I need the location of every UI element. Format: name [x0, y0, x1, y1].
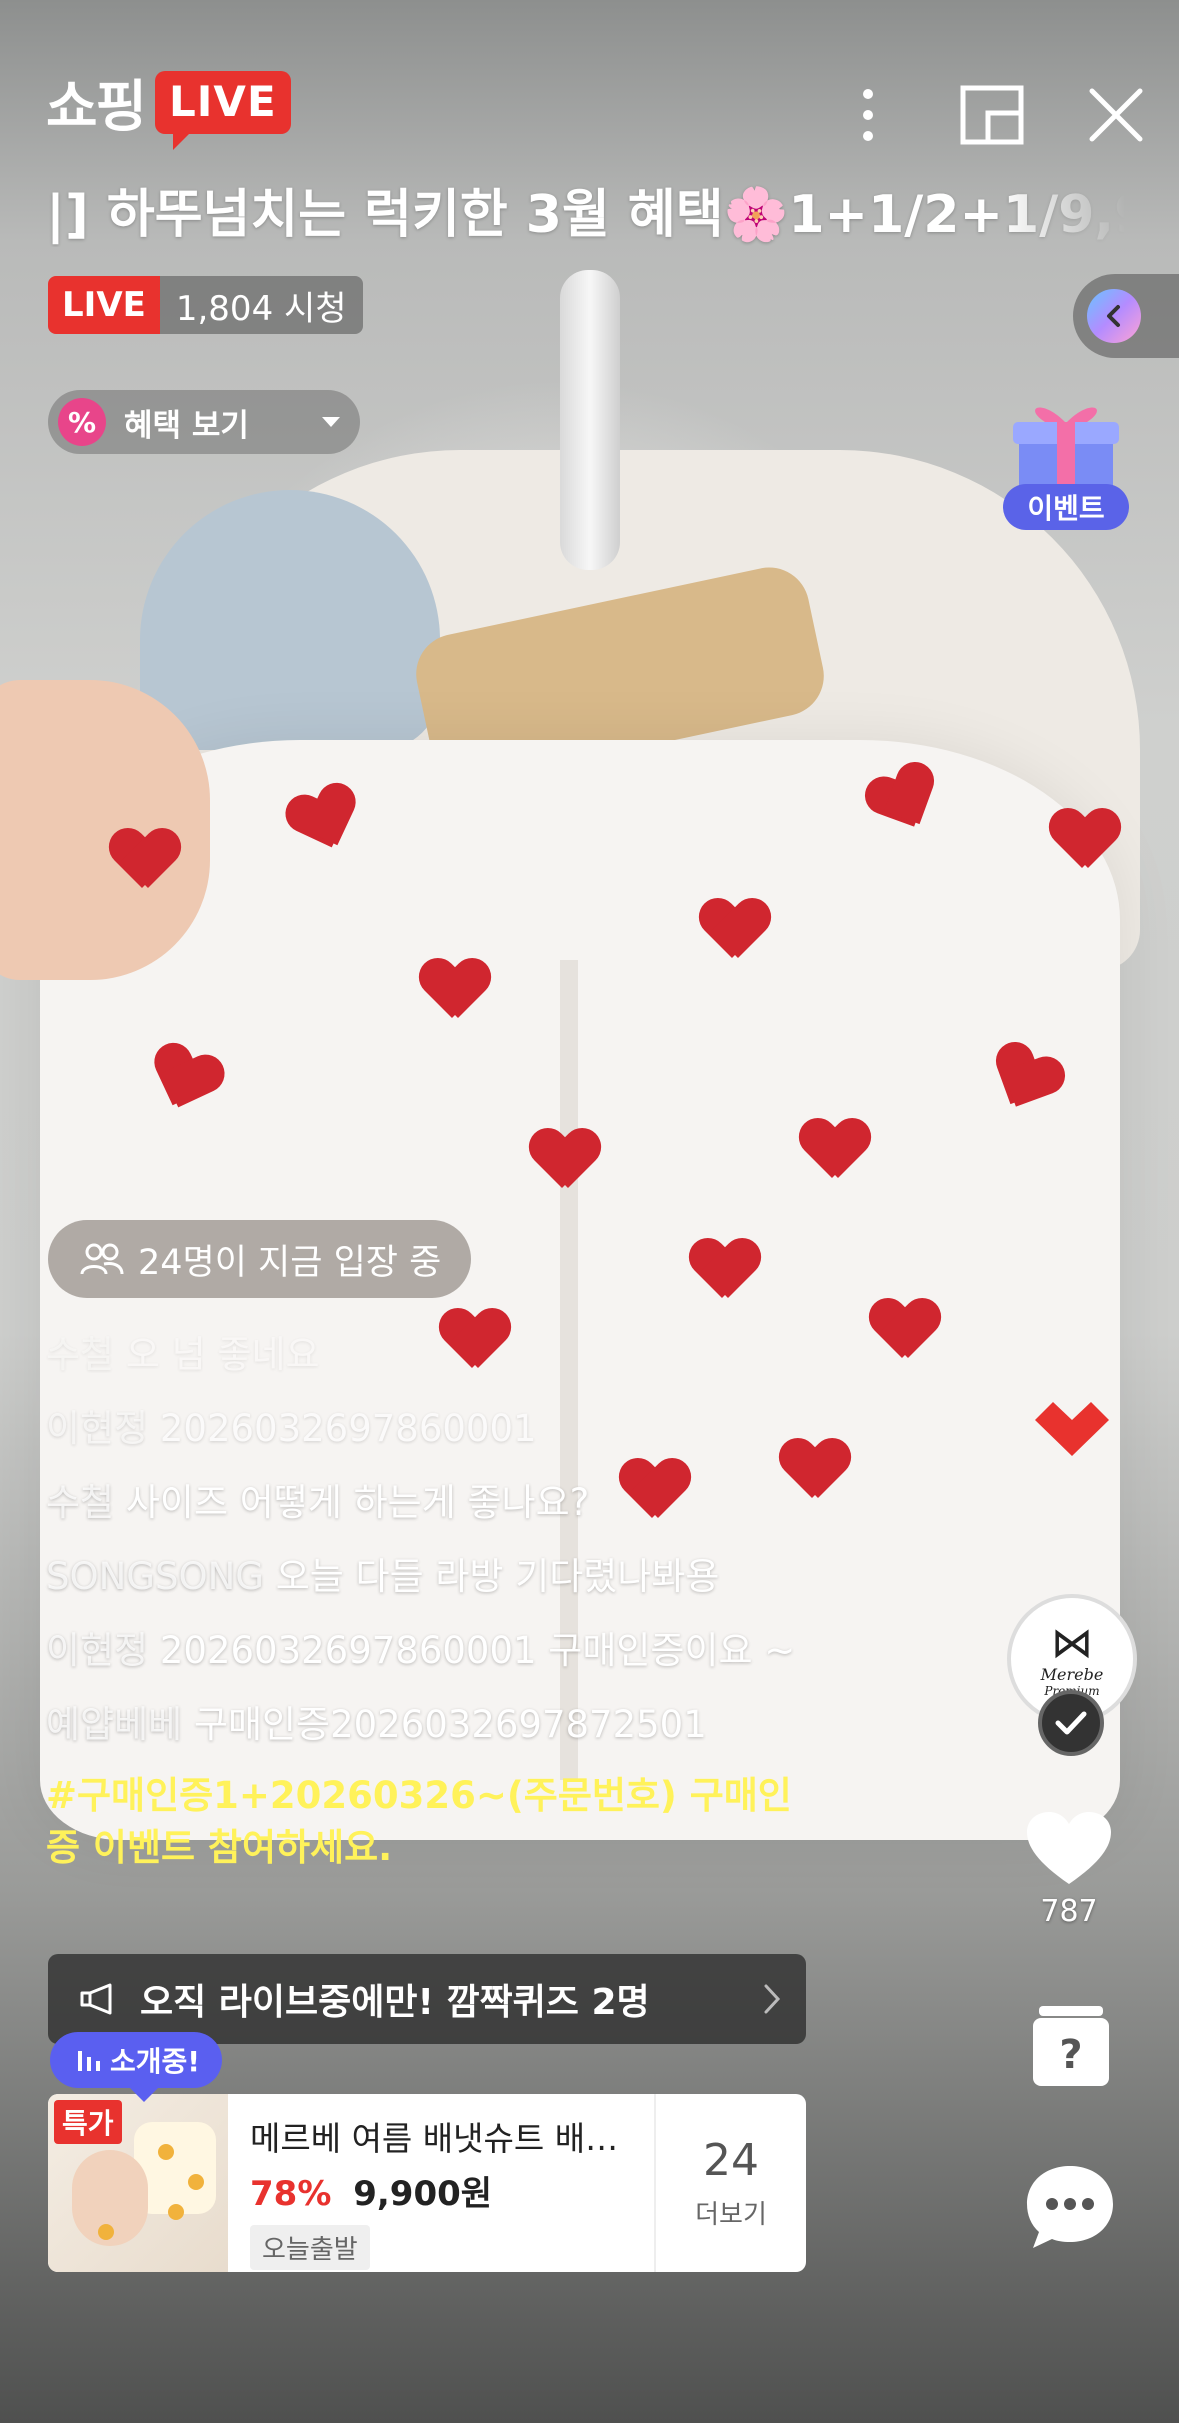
svg-text:?: ? — [1059, 2032, 1082, 2078]
caret-down-icon — [322, 417, 340, 427]
chat-button[interactable] — [1025, 2164, 1115, 2250]
event-label: 이벤트 — [1003, 484, 1129, 530]
like-button[interactable]: 787 — [1019, 1812, 1119, 1929]
chat-author: 수철 — [46, 1333, 115, 1376]
heart-print — [870, 1300, 940, 1360]
discount-rate: 78% — [250, 2174, 332, 2214]
benefit-label: 혜택 보기 — [124, 407, 249, 444]
chat-author: 이현정 — [46, 1407, 149, 1450]
bow-logo-icon: ⋈ — [1051, 1617, 1093, 1667]
chat-author: 수철 — [46, 1481, 115, 1524]
thumb-dot — [168, 2204, 184, 2220]
benefit-dropdown[interactable]: % 혜택 보기 — [48, 390, 360, 454]
pip-button[interactable] — [959, 82, 1025, 148]
thumb-dot — [98, 2224, 114, 2240]
percent-icon: % — [58, 398, 106, 446]
quiz-button[interactable]: ? — [1031, 2004, 1111, 2088]
logo-text: 쇼핑 — [46, 75, 147, 140]
megaphone-icon — [80, 1983, 112, 2015]
chat-text: 구매인증2026032697872501 — [193, 1703, 707, 1746]
heart-print — [700, 900, 770, 960]
heart-print — [690, 1240, 760, 1300]
notice-text: 오직 라이브중에만! 깜짝퀴즈 2명 — [140, 1982, 650, 2023]
chat-author: 이현정 — [46, 1629, 149, 1672]
checkmark-icon — [1055, 1711, 1087, 1735]
chat-list[interactable]: 수철 오 넘 좋네요 이현정 2026032697860001 수철 사이즈 어… — [46, 1318, 816, 1874]
follow-button[interactable] — [1038, 1690, 1104, 1756]
heart-print — [420, 960, 490, 1020]
broadcast-title: |] 하뚜넘치는 럭키한 3월 혜택🌸1+1/2+1/9,90 — [46, 185, 1126, 245]
quiz-notice-bar[interactable]: 오직 라이브중에만! 깜짝퀴즈 2명 — [48, 1954, 806, 2044]
shopping-live-logo: 쇼핑 LIVE — [46, 62, 291, 150]
viewer-count: 1,804 시청 — [159, 276, 363, 334]
floating-heart-icon — [1027, 1380, 1117, 1460]
chat-text: 2026032697860001 — [159, 1407, 537, 1450]
chat-text: 오 넘 좋네요 — [125, 1333, 320, 1376]
more-options-button[interactable] — [835, 82, 901, 148]
like-count: 787 — [1040, 1894, 1098, 1929]
product-price-row: 78% 9,900원 — [250, 2166, 632, 2215]
heart-icon — [1027, 1812, 1111, 1884]
shipping-tag: 오늘출발 — [250, 2225, 370, 2270]
product-name: 메르베 여름 배냇슈트 배냇저고리 — [250, 2119, 632, 2158]
more-products-button[interactable]: 24 더보기 — [654, 2094, 806, 2272]
chat-text: 오늘 다들 라방 기다렸나봐용 — [275, 1555, 720, 1598]
event-button[interactable]: 이벤트 — [1001, 398, 1131, 538]
product-card[interactable]: 특가 메르베 여름 배냇슈트 배냇저고리 78% 9,900원 오늘출발 24 … — [48, 2094, 806, 2272]
question-box-icon: ? — [1033, 2006, 1109, 2086]
more-label: 더보기 — [695, 2200, 767, 2230]
special-price-tag: 특가 — [54, 2100, 122, 2144]
more-vertical-icon — [863, 89, 873, 141]
entering-users-notice: 24명이 지금 입장 중 — [48, 1220, 472, 1298]
thumb-dot — [158, 2144, 174, 2160]
close-button[interactable] — [1083, 82, 1149, 148]
brand-name: Merebe — [1040, 1664, 1104, 1684]
chevron-right-icon — [764, 1984, 781, 2014]
chat-pinned-notice: #구매인증1+20260326~(주문번호) 구매인증 이벤트 참여하세요. — [46, 1774, 792, 1869]
close-icon — [1089, 88, 1143, 142]
product-thumbnail: 특가 — [48, 2094, 228, 2272]
gift-box-icon — [1013, 407, 1119, 494]
chat-author: SONGSONG — [46, 1555, 264, 1598]
picture-in-picture-icon — [960, 85, 1024, 145]
chevron-left-icon — [1087, 289, 1141, 343]
intro-badge-text: 소개중! — [110, 2045, 201, 2078]
chat-text: 사이즈 어떻게 하는게 좋나요? — [125, 1481, 590, 1524]
chat-text: 2026032697860001 구매인증이요 ~ — [159, 1629, 796, 1672]
top-actions — [835, 82, 1149, 148]
product-count: 24 — [703, 2135, 759, 2186]
bar-chart-icon — [78, 2051, 100, 2071]
now-introducing-badge: 소개중! — [50, 2032, 223, 2102]
product-info: 메르베 여름 배냇슈트 배냇저고리 78% 9,900원 오늘출발 — [228, 2094, 654, 2272]
chat-message: 이현정 2026032697860001 구매인증이요 ~ — [46, 1614, 816, 1688]
logo-live-badge: LIVE — [155, 71, 291, 150]
chat-author: 예얍베베 — [46, 1703, 183, 1746]
side-panel-toggle[interactable] — [1073, 274, 1179, 358]
people-icon — [80, 1243, 124, 1275]
chat-message: 수철 사이즈 어떻게 하는게 좋나요? — [46, 1466, 816, 1540]
hanger-pole — [560, 270, 620, 570]
chat-message: SONGSONG 오늘 다들 라방 기다렸나봐용 — [46, 1540, 816, 1614]
price: 9,900원 — [353, 2174, 493, 2214]
heart-print — [110, 830, 180, 890]
chat-bubble-icon — [1027, 2166, 1113, 2248]
chat-message: 예얍베베 구매인증2026032697872501 — [46, 1688, 816, 1762]
thumb-dot — [188, 2174, 204, 2190]
chat-message: 수철 오 넘 좋네요 — [46, 1318, 816, 1392]
live-label: LIVE — [48, 276, 160, 334]
chat-message: 이현정 2026032697860001 — [46, 1392, 816, 1466]
heart-print — [530, 1130, 600, 1190]
entering-text: 24명이 지금 입장 중 — [138, 1242, 442, 1283]
heart-print — [800, 1120, 870, 1180]
heart-print — [1050, 810, 1120, 870]
live-status-badge: LIVE 1,804 시청 — [48, 276, 363, 334]
